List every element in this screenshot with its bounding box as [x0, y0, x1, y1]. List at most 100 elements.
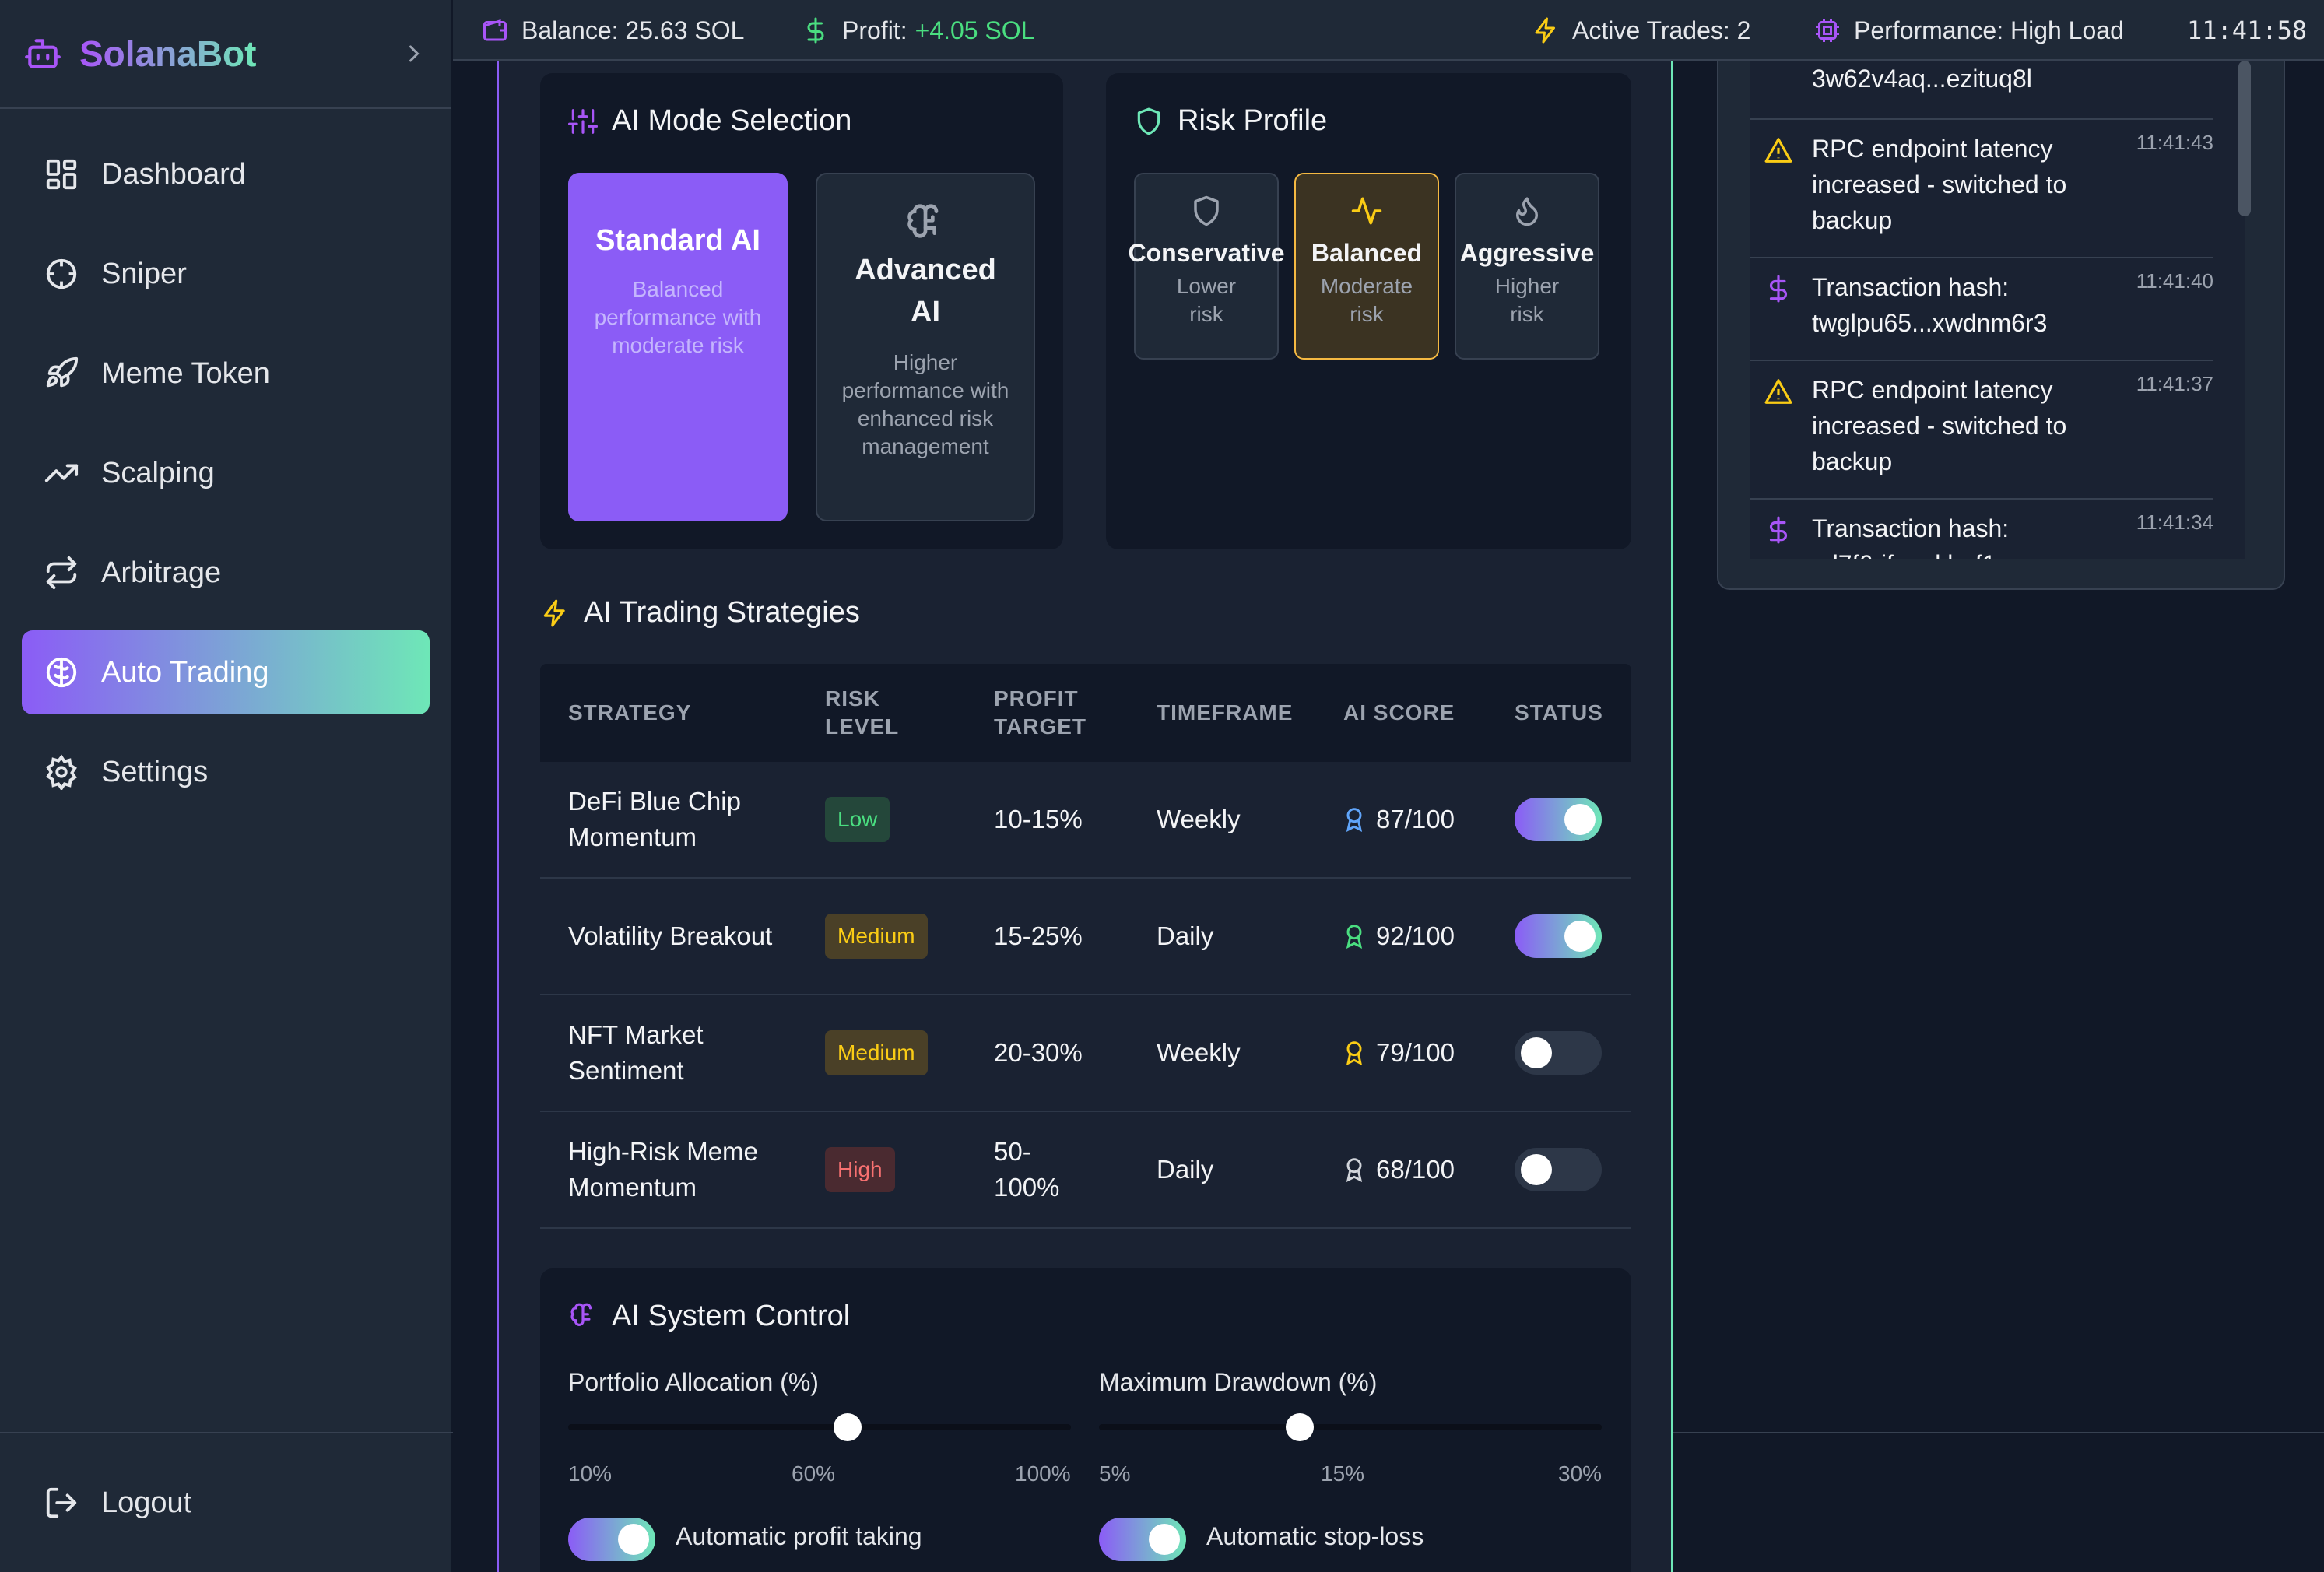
risk-option-conservative[interactable]: Conservative Lower risk: [1129, 173, 1284, 360]
divider: [1673, 1432, 2324, 1433]
brand: SolanaBot: [0, 0, 451, 109]
lightning-icon: [543, 599, 565, 626]
slider-thumb[interactable]: [1286, 1413, 1315, 1441]
strategies-table: STRATEGY RISK LEVEL PROFIT TARGET TIMEFR…: [540, 664, 1631, 1229]
ai-score-value: 87/100: [1376, 805, 1455, 833]
risk-option-balanced[interactable]: Balanced Moderate risk: [1294, 173, 1439, 360]
crosshair-icon: [46, 258, 77, 289]
sidebar-item-label: Arbitrage: [101, 556, 222, 589]
sidebar-item-label: Auto Trading: [101, 655, 269, 689]
sidebar-item-label: Scalping: [101, 456, 215, 489]
strategy-name: DeFi Blue Chip Momentum: [568, 787, 741, 851]
award-icon: [1346, 1158, 1363, 1182]
slider-max-label: 30%: [1558, 1461, 1603, 1486]
column-header: TIMEFRAME: [1157, 700, 1294, 725]
chevron-right-icon[interactable]: [400, 40, 428, 68]
column-header: STRATEGY: [568, 700, 692, 725]
auto-stop-loss-toggle[interactable]: [1099, 1518, 1186, 1561]
wallet-icon: [483, 19, 507, 41]
strategy-status-toggle[interactable]: [1515, 1031, 1602, 1075]
mode-description: Balanced performance with moderate risk: [594, 277, 762, 357]
warning-icon: [1764, 138, 1792, 163]
risk-badge: Low: [825, 797, 890, 842]
risk-option-aggressive[interactable]: Aggressive Higher risk: [1455, 173, 1599, 360]
clock-time: 11:41:58: [2187, 16, 2308, 45]
slider-mid-label: 60%: [792, 1461, 836, 1486]
sidebar-item-label: Dashboard: [101, 157, 246, 191]
log-message: Transaction hash: xd7f6rif...mkbef1ge: [1812, 514, 2024, 559]
sidebar-item-auto-trading[interactable]: Auto Trading: [22, 630, 430, 714]
ai-score: 79/100: [1343, 1035, 1455, 1071]
table-row: Volatility Breakout Medium 15-25% Daily …: [540, 879, 1631, 995]
column-header: RISK LEVEL: [825, 686, 900, 739]
log-item: Transaction hash: twglpu65...xwdnm6r3 11…: [1750, 258, 2213, 361]
strategy-status-toggle[interactable]: [1515, 914, 1602, 958]
shield-icon: [1137, 107, 1160, 135]
auto-stop-loss-label: Automatic stop-loss: [1206, 1522, 1424, 1550]
sidebar-item-settings[interactable]: Settings: [22, 730, 430, 814]
column-header: STATUS: [1515, 700, 1603, 725]
log-scrollbar[interactable]: [2238, 61, 2251, 216]
log-time: 11:41:40: [2136, 269, 2213, 293]
log-time: 11:41:37: [2136, 372, 2213, 395]
trending-up-icon: [44, 464, 79, 482]
profit-target: 15-25%: [994, 921, 1083, 950]
sidebar-item-sniper[interactable]: Sniper: [22, 232, 430, 316]
mode-title: Advanced AI: [855, 254, 996, 328]
table-row: NFT Market Sentiment Medium 20-30% Weekl…: [540, 995, 1631, 1112]
risk-option-title: Balanced: [1311, 239, 1423, 267]
ai-mode-title: AI Mode Selection: [568, 104, 851, 138]
profit-value: +4.05 SOL: [915, 16, 1035, 44]
cpu-icon: [1816, 19, 1839, 42]
logout-icon: [46, 1487, 77, 1518]
toggle-knob: [1564, 804, 1596, 835]
activity-log-card: 3w62v4aq...ezituq8l RPC endpoint latency…: [1717, 61, 2285, 590]
advanced-ai-option[interactable]: Advanced AI Higher performance with enha…: [816, 173, 1035, 521]
log-message: RPC endpoint latency increased - switche…: [1812, 135, 2067, 234]
dollar-icon: [1769, 275, 1787, 303]
logout-button[interactable]: Logout: [22, 1461, 431, 1545]
auto-profit-toggle[interactable]: [568, 1518, 655, 1561]
performance-indicator: Performance: High Load: [1813, 0, 2124, 61]
strategy-status-toggle[interactable]: [1515, 1148, 1602, 1191]
brain-icon: [570, 1303, 592, 1326]
standard-ai-option[interactable]: Standard AI Balanced performance with mo…: [568, 173, 788, 521]
system-control-card: AI System Control Portfolio Allocation (…: [540, 1268, 1631, 1572]
log-item: Transaction hash: xd7f6rif...mkbef1ge 11…: [1750, 500, 2213, 559]
log-message: RPC endpoint latency increased - switche…: [1812, 376, 2067, 475]
profit-target: 10-15%: [994, 805, 1083, 833]
top-bar: Balance: 25.63 SOL Profit: +4.05 SOL Act…: [453, 0, 2324, 61]
risk-option-description: Lower risk: [1176, 274, 1237, 326]
portfolio-allocation-label: Portfolio Allocation (%): [568, 1368, 819, 1396]
shield-icon: [1194, 195, 1219, 226]
sidebar-footer: Logout: [0, 1432, 453, 1572]
slider-min-label: 10%: [568, 1461, 613, 1486]
risk-badge: Medium: [825, 1030, 928, 1075]
gear-icon: [46, 754, 77, 790]
auto-profit-label: Automatic profit taking: [676, 1522, 922, 1550]
brain-icon: [907, 204, 939, 238]
sidebar-item-meme-token[interactable]: Meme Token: [22, 332, 430, 416]
log-time: 11:41:34: [2136, 511, 2213, 534]
sidebar-item-dashboard[interactable]: Dashboard: [22, 132, 430, 216]
sidebar-item-scalping[interactable]: Scalping: [22, 431, 430, 515]
sidebar-item-arbitrage[interactable]: Arbitrage: [22, 531, 430, 615]
table-row: DeFi Blue Chip Momentum Low 10-15% Weekl…: [540, 762, 1631, 879]
risk-badge: Medium: [825, 914, 928, 959]
ai-mode-title-text: AI Mode Selection: [612, 104, 852, 137]
arrows-swap-icon: [46, 556, 77, 590]
slider-thumb[interactable]: [833, 1413, 862, 1441]
strategy-status-toggle[interactable]: [1515, 798, 1602, 841]
flame-icon: [1516, 197, 1538, 226]
mode-description: Higher performance with enhanced risk ma…: [841, 350, 1009, 458]
portfolio-allocation-slider[interactable]: [568, 1413, 1071, 1441]
log-message: 3w62v4aq...ezituq8l: [1812, 65, 2032, 93]
activity-log-list[interactable]: 3w62v4aq...ezituq8l RPC endpoint latency…: [1750, 61, 2245, 559]
main-panel: AI Mode Selection Standard AI Balanced p…: [497, 61, 1673, 1572]
ai-mode-card: AI Mode Selection Standard AI Balanced p…: [540, 73, 1063, 549]
max-drawdown-slider[interactable]: [1099, 1413, 1602, 1441]
toggle-knob: [1564, 921, 1596, 952]
sidebar-item-label: Meme Token: [101, 356, 270, 390]
dollar-icon: [1769, 516, 1787, 544]
mode-title: Standard AI: [595, 224, 760, 257]
